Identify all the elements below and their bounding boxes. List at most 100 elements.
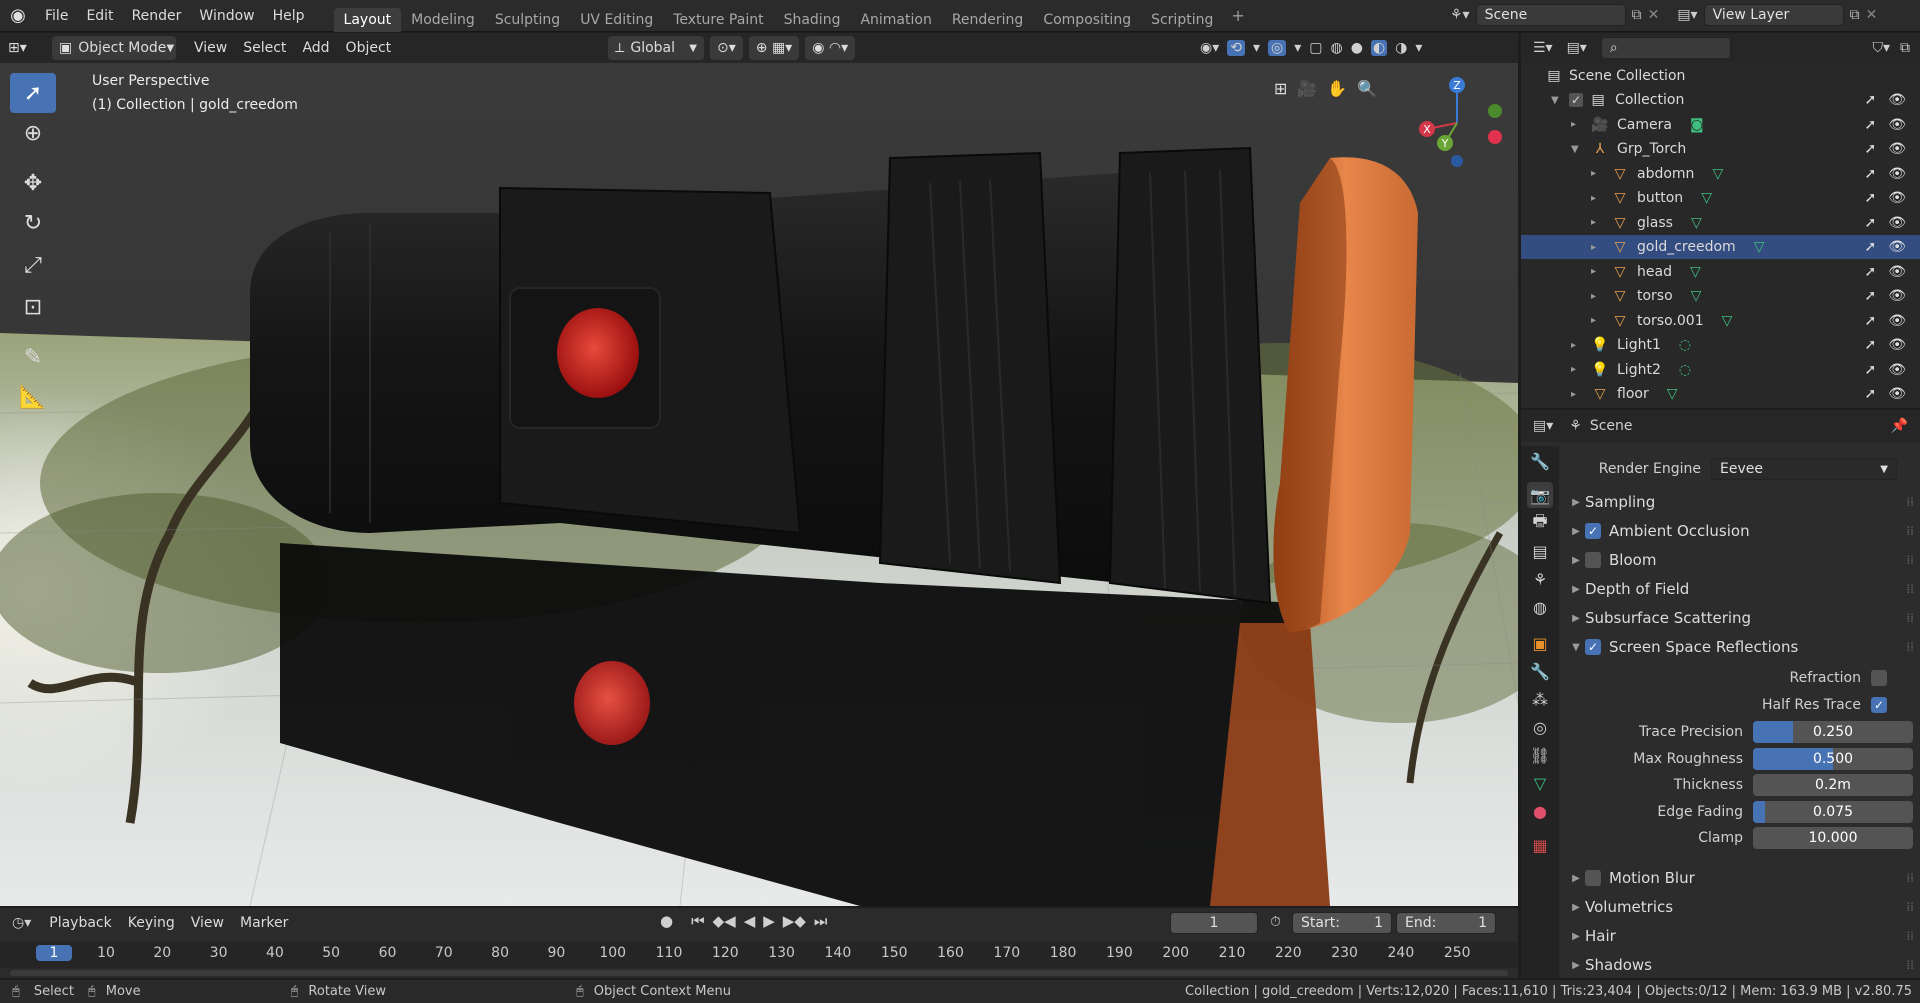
rendered-shading-icon[interactable]: ◑ xyxy=(1395,40,1407,56)
eye-icon[interactable]: 👁 xyxy=(1888,337,1906,353)
outliner-row[interactable]: ▸ 🎥 Camera ◙ ➚ 👁 xyxy=(1521,113,1920,137)
expand-icon[interactable]: ▶ xyxy=(1567,902,1585,913)
render-tab-icon[interactable]: 📷 xyxy=(1527,482,1553,508)
drag-handle-icon[interactable]: ⁞⁞ xyxy=(1906,495,1914,509)
panel-enable-checkbox[interactable] xyxy=(1585,870,1601,886)
play-reverse-icon[interactable]: ◀ xyxy=(744,912,756,930)
expand-icon[interactable]: ▶ xyxy=(1567,555,1585,566)
mesh-data-icon[interactable]: ▽ xyxy=(1691,215,1702,231)
mesh-data-icon[interactable]: ▽ xyxy=(1691,288,1702,304)
prev-keyframe-icon[interactable]: ◆◀ xyxy=(713,912,736,930)
object-tab-icon[interactable]: ▣ xyxy=(1527,630,1553,656)
panel-depth-of-field[interactable]: ▶ Depth of Field ⁞⁞ xyxy=(1561,575,1920,603)
menu-help[interactable]: Help xyxy=(264,8,314,24)
ssr-slider[interactable]: 0.500 xyxy=(1753,747,1913,770)
outliner-row[interactable]: ▸ ▽ abdomn ▽ ➚ 👁 xyxy=(1521,162,1920,186)
delete-view-layer-icon[interactable]: ✕ xyxy=(1866,7,1878,23)
drag-handle-icon[interactable]: ⁞⁞ xyxy=(1906,582,1914,596)
expand-icon[interactable]: ▶ xyxy=(1567,960,1585,971)
end-frame-field[interactable]: End: 1 xyxy=(1396,912,1496,934)
selectable-icon[interactable]: ➚ xyxy=(1864,313,1876,329)
panel-volumetrics[interactable]: ▶ Volumetrics ⁞⁞ xyxy=(1561,893,1920,921)
transform-orientation[interactable]: ⟂ Global ▼ xyxy=(608,36,704,60)
expand-icon[interactable]: ▶ xyxy=(1567,613,1585,624)
expand-icon[interactable]: ▸ xyxy=(1571,340,1585,351)
expand-icon[interactable]: ▶ xyxy=(1567,526,1585,537)
mesh-data-icon[interactable]: ▽ xyxy=(1722,313,1733,329)
mesh-data-icon[interactable]: ▽ xyxy=(1690,264,1701,280)
expand-icon[interactable]: ▶ xyxy=(1567,584,1585,595)
eye-icon[interactable]: 👁 xyxy=(1888,92,1906,108)
outliner-row[interactable]: ▸ ▽ gold_creedom ▽ ➚ 👁 xyxy=(1521,235,1920,259)
snap-icon[interactable]: ⊕ ▦▾ xyxy=(748,36,800,60)
timeline-scrollbar[interactable] xyxy=(10,970,1508,976)
panel-enable-checkbox[interactable]: ✓ xyxy=(1585,523,1601,539)
view-layer-icon[interactable]: ▤▾ xyxy=(1677,7,1697,23)
collapse-icon[interactable]: ▼ xyxy=(1551,95,1565,106)
timeline-menu-view[interactable]: View xyxy=(183,911,232,935)
scene-tab-icon[interactable]: ⚘ xyxy=(1527,566,1553,592)
copy-view-layer-icon[interactable]: ⧉ xyxy=(1850,7,1860,23)
eye-icon[interactable]: 👁 xyxy=(1888,117,1906,133)
drag-handle-icon[interactable]: ⁞⁞ xyxy=(1906,524,1914,538)
navigation-gizmo[interactable]: Z X Y xyxy=(1405,73,1515,183)
mesh-data-icon[interactable]: ▽ xyxy=(1667,386,1678,402)
view-layer-tab-icon[interactable]: ▤ xyxy=(1527,538,1553,564)
drag-handle-icon[interactable]: ⁞⁞ xyxy=(1906,553,1914,567)
eye-icon[interactable]: 👁 xyxy=(1888,264,1906,280)
solid-shading-icon[interactable]: ● xyxy=(1351,40,1363,56)
expand-icon[interactable]: ▸ xyxy=(1591,315,1605,326)
outliner-row[interactable]: ▸ ▽ head ▽ ➚ 👁 xyxy=(1521,260,1920,284)
outliner-row[interactable]: ▸ 💡 Light2 ◌ ➚ 👁 xyxy=(1521,358,1920,382)
eye-icon[interactable]: 👁 xyxy=(1888,215,1906,231)
expand-icon[interactable]: ▸ xyxy=(1591,168,1605,179)
scene-collection-row[interactable]: ▤ Scene Collection xyxy=(1521,64,1920,88)
play-icon[interactable]: ▶ xyxy=(763,912,775,930)
expand-icon[interactable]: ▸ xyxy=(1571,364,1585,375)
rotate-tool[interactable]: ↻ xyxy=(10,203,56,243)
selectable-icon[interactable]: ➚ xyxy=(1864,92,1876,108)
particles-tab-icon[interactable]: ⁂ xyxy=(1527,686,1553,712)
current-frame-field[interactable]: 1 xyxy=(1170,912,1258,934)
editor-type-icon[interactable]: ▤▾ xyxy=(1533,418,1553,434)
viewport-menu-view[interactable]: View xyxy=(186,36,235,60)
expand-icon[interactable]: ▸ xyxy=(1591,193,1605,204)
wireframe-shading-icon[interactable]: ◍ xyxy=(1331,40,1343,56)
panel-enable-checkbox[interactable]: ✓ xyxy=(1585,639,1601,655)
tab-texture-paint[interactable]: Texture Paint xyxy=(663,8,773,32)
collapse-icon[interactable]: ▼ xyxy=(1567,642,1585,653)
expand-icon[interactable]: ▸ xyxy=(1591,242,1605,253)
3d-viewport[interactable]: User Perspective (1) Collection | gold_c… xyxy=(0,63,1518,906)
panel-screen-space-reflections[interactable]: ▼ ✓ Screen Space Reflections ⁞⁞ xyxy=(1561,633,1920,661)
tab-modeling[interactable]: Modeling xyxy=(401,8,485,32)
outliner-row[interactable]: ▼ ✓ ▤ Collection ➚ 👁 xyxy=(1521,88,1920,112)
tab-layout[interactable]: Layout xyxy=(333,7,402,32)
expand-icon[interactable]: ▶ xyxy=(1567,873,1585,884)
gizmo-icon[interactable]: ⟲ xyxy=(1227,40,1245,56)
tab-scripting[interactable]: Scripting xyxy=(1141,8,1223,32)
scale-tool[interactable]: ⤢ xyxy=(10,245,56,285)
menu-render[interactable]: Render xyxy=(123,8,191,24)
expand-icon[interactable]: ▸ xyxy=(1591,217,1605,228)
scene-selector[interactable]: Scene xyxy=(1475,4,1626,26)
zoom-view-icon[interactable]: 🔍 xyxy=(1357,79,1377,98)
outliner-row[interactable]: ▸ 💡 Light1 ◌ ➚ 👁 xyxy=(1521,333,1920,357)
material-tab-icon[interactable]: ● xyxy=(1527,798,1553,824)
pin-icon[interactable]: 📌 xyxy=(1891,418,1908,434)
drag-handle-icon[interactable]: ⁞⁞ xyxy=(1906,900,1914,914)
tool-tab-icon[interactable]: 🔧 xyxy=(1527,448,1553,474)
drag-handle-icon[interactable]: ⁞⁞ xyxy=(1906,871,1914,885)
collapse-icon[interactable]: ▼ xyxy=(1571,144,1585,155)
world-tab-icon[interactable]: ◍ xyxy=(1527,594,1553,620)
mode-selector[interactable]: ▣ Object Mode ▼ xyxy=(52,36,176,60)
shading-options-icon[interactable]: ▾ xyxy=(1415,40,1422,56)
menu-edit[interactable]: Edit xyxy=(77,8,122,24)
scene-icon[interactable]: ⚘▾ xyxy=(1450,7,1470,23)
light-data-icon[interactable]: ◌ xyxy=(1679,337,1691,353)
half-res-trace-checkbox[interactable]: ✓ xyxy=(1871,697,1887,713)
tab-animation[interactable]: Animation xyxy=(850,8,941,32)
modifier-tab-icon[interactable]: 🔧 xyxy=(1527,658,1553,684)
tab-shading[interactable]: Shading xyxy=(774,8,851,32)
eye-icon[interactable]: 👁 xyxy=(1888,239,1906,255)
drag-handle-icon[interactable]: ⁞⁞ xyxy=(1906,929,1914,943)
